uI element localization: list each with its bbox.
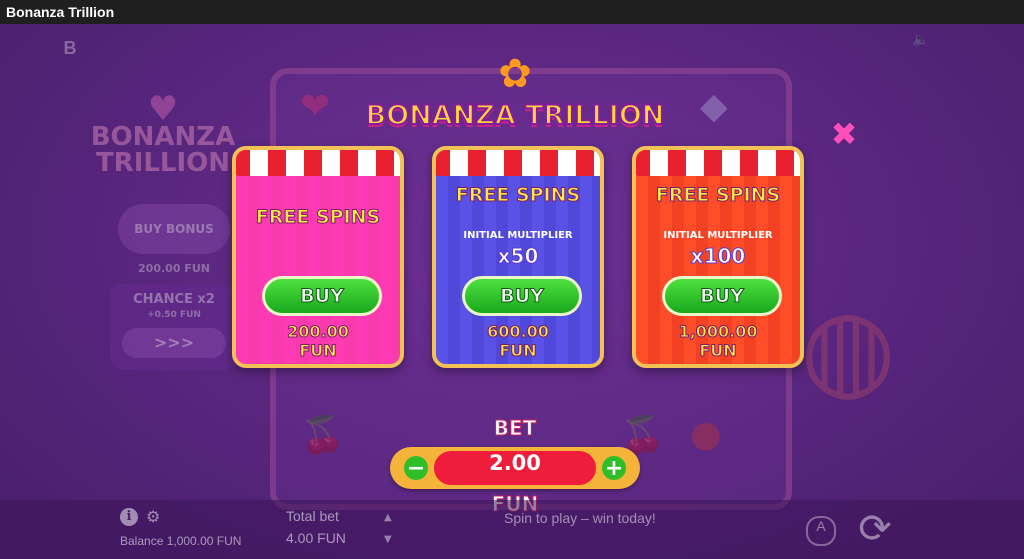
free-spins-card-1: FREE SPINS BUY 200.00 FUN [232,146,404,368]
buy-button[interactable]: BUY [462,276,582,316]
multiplier-label: INITIAL MULTIPLIER [663,230,773,241]
price-amount: 200.00 [287,322,350,342]
gear-icon[interactable]: ⚙ [146,507,160,526]
bet-value: 2.00 [434,451,596,485]
multiplier-label: INITIAL MULTIPLIER [463,230,573,241]
free-spins-card-3: FREE SPINS INITIAL MULTIPLIER x100 BUY 1… [632,146,804,368]
autoplay-button[interactable]: A [806,516,836,546]
price-currency: FUN [499,341,537,361]
card-title: FREE SPINS [255,206,381,229]
close-button[interactable]: ✖ [826,116,862,152]
total-bet-label: Total bet [286,508,339,524]
bet-decrease-button[interactable]: − [404,456,428,481]
bet-down-arrow-icon[interactable]: ▼ [384,534,392,545]
game-logo: ✿ BONANZA TRILLION [355,52,675,142]
info-icon[interactable]: i [120,508,138,526]
awning [236,150,400,176]
free-spins-card-2: FREE SPINS INITIAL MULTIPLIER x50 BUY 60… [432,146,604,368]
card-price: 600.00 FUN [436,322,600,361]
spin-button[interactable]: ⟳ [852,506,898,552]
clover-logo-icon: ✿ [498,51,532,97]
card-title: FREE SPINS [455,184,581,207]
bet-increase-button[interactable]: + [602,456,626,481]
awning [436,150,600,176]
card-price: 200.00 FUN [236,322,400,361]
card-title: FREE SPINS [655,184,781,207]
window-title: Bonanza Trillion [0,0,1024,24]
bet-label: BET [493,416,537,441]
price-currency: FUN [299,341,337,361]
spin-message: Spin to play – win today! [504,510,656,526]
game-area: ❤ ◆ 🍒 🍒 ● ◍ B 🔈 ♥ BONANZA TRILLION BUY B… [0,24,1024,559]
buy-button[interactable]: BUY [662,276,782,316]
total-bet-value: 4.00 FUN [286,530,346,546]
price-amount: 600.00 [487,322,550,342]
multiplier-value: x100 [690,244,746,269]
bet-up-arrow-icon[interactable]: ▲ [384,512,392,523]
card-price: 1,000.00 FUN [636,322,800,361]
balance-text: Balance 1,000.00 FUN [120,534,242,548]
logo-text: BONANZA TRILLION [365,99,666,132]
multiplier-value: x50 [497,244,539,269]
awning [636,150,800,176]
price-amount: 1,000.00 [678,322,758,342]
buy-button[interactable]: BUY [262,276,382,316]
bet-control: − 2.00 + [390,447,640,489]
bottom-bar: i ⚙ Balance 1,000.00 FUN Total bet 4.00 … [0,500,1024,559]
price-currency: FUN [699,341,737,361]
